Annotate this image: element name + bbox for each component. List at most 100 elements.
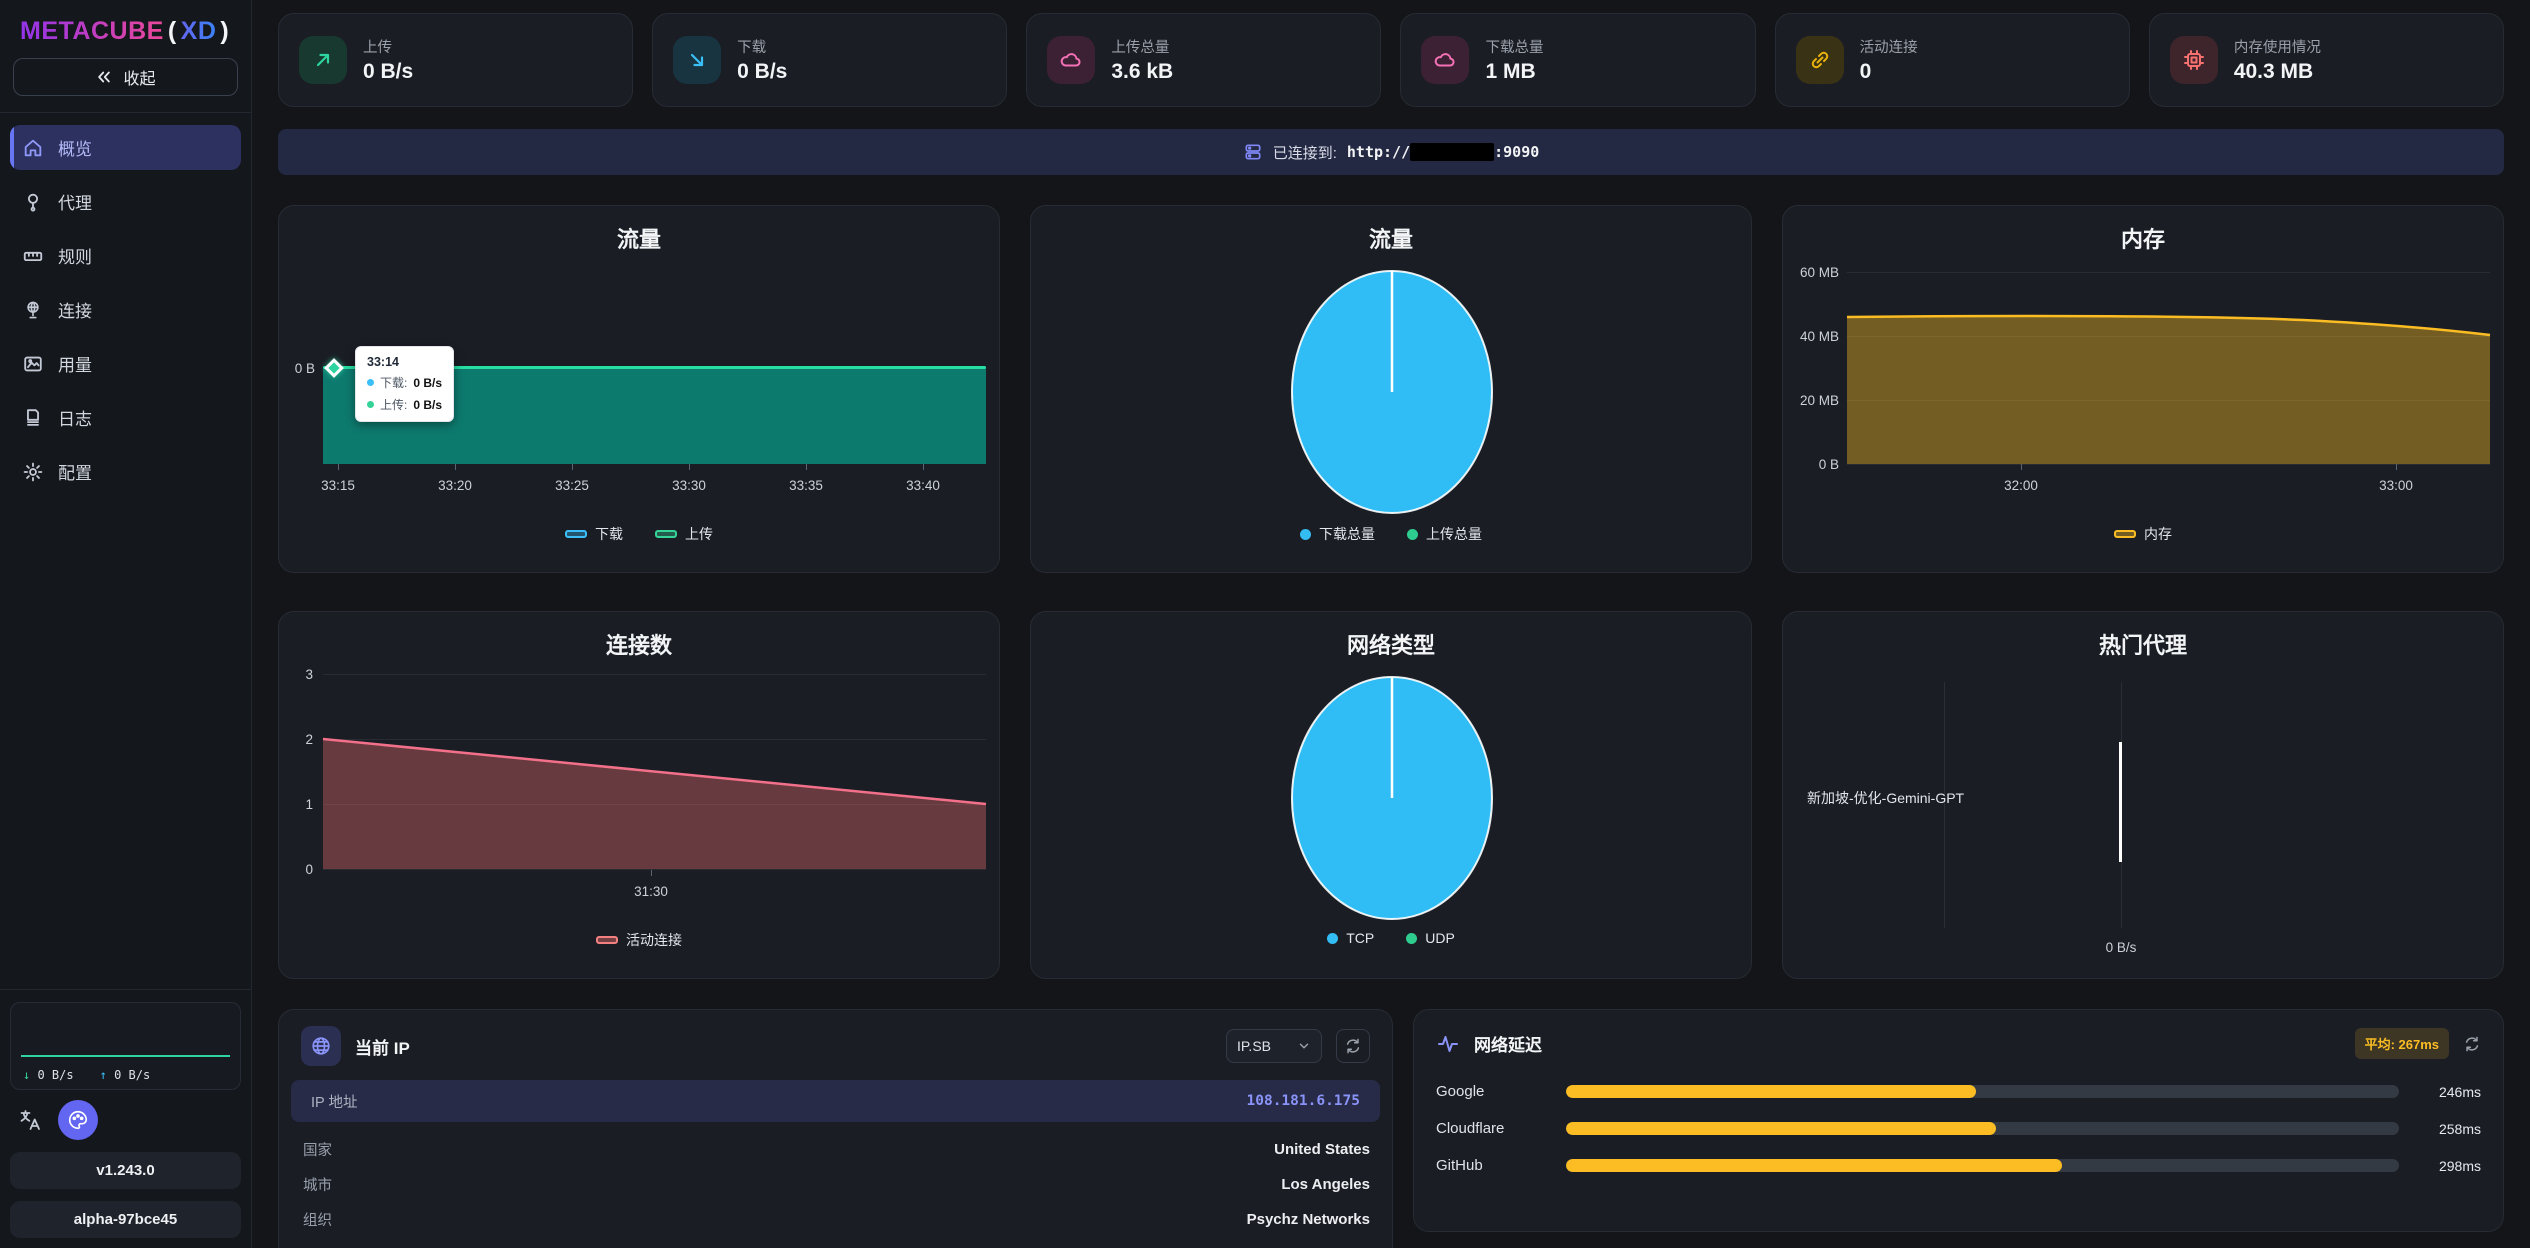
stat-label: 下载总量 [1485,36,1543,57]
sidebar-item-logs[interactable]: 日志 [10,395,241,440]
legend-item-download[interactable]: 下载 [565,524,623,544]
x-tick [2021,464,2022,470]
sidebar-item-label: 连接 [58,297,92,322]
sidebar-item-label: 代理 [58,189,92,214]
latency-bar-fill [1566,1085,1976,1098]
stat-card-active-connections: 活动连接 0 [1775,13,2130,107]
ip-detail-row-country: 国家United States [279,1132,1392,1167]
logo-secondary: XD [181,17,217,46]
stat-card-upload-total: 上传总量3.6 kB [1026,13,1381,107]
legend-marker [1407,529,1418,540]
stat-value: 0 [1860,60,1918,84]
collapse-label: 收起 [123,65,155,89]
x-tick-label: 33:15 [313,478,363,493]
charts-row-1: 流量 0 B 33:14 下载:0 B/s 上传:0 B/s 33:15 33:… [278,205,2504,573]
stat-card-upload: 上传0 B/s [278,13,633,107]
app-build-button[interactable]: alpha-97bce45 [10,1201,241,1238]
memory-area-graphic [1783,206,2504,573]
legend-marker [1327,933,1338,944]
chart-legend: 下载总量 上传总量 [1031,524,1751,544]
sidebar-item-label: 日志 [58,405,92,430]
sidebar-item-rules[interactable]: 规则 [10,233,241,278]
chart-legend: 活动连接 [279,930,999,950]
chart-legend: TCP UDP [1031,930,1751,946]
x-tick-label: 33:35 [781,478,831,493]
zero-value-bar [2119,742,2122,862]
cloud-upload-icon [1047,36,1095,84]
sparkline-download: ↓ 0 B/s [23,1068,74,1082]
sidebar-footer: ↓ 0 B/s ↑ 0 B/s v1.243.0 alpha-97bce45 [10,973,241,1238]
network-type-pie-chart[interactable]: 网络类型 TCP UDP [1030,611,1752,979]
legend-item-upload-total[interactable]: 上传总量 [1407,524,1482,544]
sparkline-labels: ↓ 0 B/s ↑ 0 B/s [23,1068,232,1082]
link-icon [1796,36,1844,84]
sidebar-item-usage[interactable]: 用量 [10,341,241,386]
core-version-button[interactable]: v1.243.0 [10,1152,241,1189]
ip-label: IP 地址 [311,1091,357,1112]
app-logo: METACUBE ( XD ) [10,12,241,50]
legend-item-download-total[interactable]: 下载总量 [1300,524,1375,544]
green-dot-icon [367,401,374,408]
legend-item-udp[interactable]: UDP [1406,930,1455,946]
latency-bar-track [1566,1085,2399,1098]
pie-graphic [1031,612,1752,979]
cloud-download-icon [1421,36,1469,84]
proxy-category-label: 新加坡-优化-Gemini-GPT [1807,788,1964,808]
x-tick [572,464,573,470]
traffic-pie-chart[interactable]: 流量 下载总量 上传总量 [1030,205,1752,573]
stat-card-download-total: 下载总量1 MB [1400,13,1755,107]
double-chevron-left-icon [95,68,113,86]
average-latency-badge: 平均: 267ms [2355,1028,2449,1059]
pie-graphic [1031,206,1752,573]
stat-label: 内存使用情况 [2234,36,2321,57]
bottom-row: 当前 IP IP.SB IP 地址 108.181.6.175 [278,1009,2504,1248]
panel-header: 网络延迟 平均: 267ms [1414,1010,2503,1059]
chart-title: 热门代理 [1783,628,2503,660]
memory-chart[interactable]: 内存 60 MB 40 MB 20 MB 0 B 32:00 33:00 内存 [1782,205,2504,573]
latency-bar-track [1566,1122,2399,1135]
x-tick-label: 32:00 [1996,478,2046,493]
globe-icon [301,1026,341,1066]
legend-marker [596,936,618,944]
sidebar-divider [0,112,251,113]
legend-marker [2114,530,2136,538]
refresh-icon[interactable] [2463,1035,2481,1053]
legend-item-tcp[interactable]: TCP [1327,930,1374,946]
sidebar-item-connections[interactable]: 连接 [10,287,241,332]
network-globe-icon [22,299,44,321]
current-ip-panel: 当前 IP IP.SB IP 地址 108.181.6.175 [278,1009,1393,1248]
sidebar-item-config[interactable]: 配置 [10,449,241,494]
latency-row-github: GitHub 298ms [1414,1147,2503,1184]
logo-paren-open: ( [168,17,177,46]
dashboard-app: METACUBE ( XD ) 收起 概览 代理 规则 [0,0,2530,1248]
theme-button[interactable] [58,1100,98,1140]
stat-label: 活动连接 [1860,36,1918,57]
palette-icon [67,1109,89,1131]
redacted-host [1410,143,1494,161]
x-tick-label: 33:40 [898,478,948,493]
x-tick [689,464,690,470]
legend-item-memory[interactable]: 内存 [2114,524,2172,544]
gear-icon [22,461,44,483]
x-tick [651,870,652,876]
x-tick-label: 33:30 [664,478,714,493]
ip-detail-row-city: 城市Los Angeles [279,1167,1392,1202]
connections-chart[interactable]: 连接数 3 2 1 0 31:30 活动连接 [278,611,1000,979]
language-icon[interactable] [18,1108,42,1132]
sidebar-item-proxies[interactable]: 代理 [10,179,241,224]
chart-legend: 内存 [1783,524,2503,544]
stat-card-memory: 内存使用情况40.3 MB [2149,13,2504,107]
collapse-sidebar-button[interactable]: 收起 [13,58,238,96]
tooltip-time: 33:14 [367,355,442,369]
legend-item-active-connections[interactable]: 活动连接 [596,930,682,950]
sidebar-item-overview[interactable]: 概览 [10,125,241,170]
refresh-ip-button[interactable] [1336,1029,1370,1063]
sidebar-item-label: 配置 [58,459,92,484]
traffic-line-chart[interactable]: 流量 0 B 33:14 下载:0 B/s 上传:0 B/s 33:15 33:… [278,205,1000,573]
x-tick [923,464,924,470]
ip-provider-select[interactable]: IP.SB [1226,1029,1322,1063]
home-icon [22,137,44,159]
upload-icon [299,36,347,84]
top-proxies-chart[interactable]: 热门代理 新加坡-优化-Gemini-GPT 0 B/s [1782,611,2504,979]
legend-item-upload[interactable]: 上传 [655,524,713,544]
